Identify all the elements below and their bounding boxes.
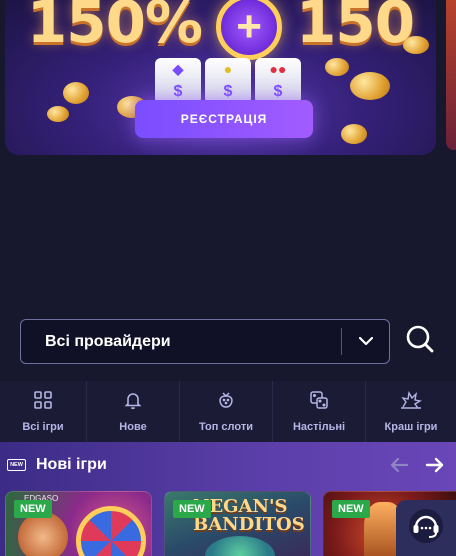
new-icon: NEW — [7, 459, 26, 471]
game-new-badge: NEW — [332, 500, 370, 518]
cherry-icon: ●● — [269, 61, 287, 77]
slot-reel: ● $ — [205, 58, 251, 104]
promo-plus-badge: + — [216, 0, 283, 60]
arrow-right-icon — [425, 457, 444, 473]
provider-select[interactable]: Всі провайдери — [20, 319, 390, 364]
provider-select-value: Всі провайдери — [45, 332, 171, 350]
coin-decoration — [63, 82, 89, 104]
game-card[interactable]: EDGASO NEW — [5, 491, 152, 556]
search-icon — [405, 324, 435, 359]
tab-table-games[interactable]: Настільні — [273, 381, 366, 442]
promo-spins: 150 — [296, 0, 415, 56]
game-wheel-art — [76, 506, 146, 556]
slot-reel: ◆ $ — [155, 58, 201, 104]
game-new-badge: NEW — [173, 500, 211, 518]
next-banner-peek[interactable] — [446, 0, 456, 150]
game-thumbnail-art — [18, 512, 68, 556]
tab-all-games[interactable]: Всі ігри — [0, 381, 87, 442]
game-card[interactable]: NEGAN'S BANDITOS NEW — [164, 491, 311, 556]
tab-top-slots[interactable]: Топ слоти — [180, 381, 273, 442]
diamond-icon: ◆ — [172, 60, 184, 77]
tab-label: Топ слоти — [198, 421, 253, 433]
promo-banner[interactable]: 150% + 150 ◆ $ ● $ ●● $ РЕЄСТРАЦІЯ — [5, 0, 436, 155]
tab-new[interactable]: Нове — [87, 381, 180, 442]
dice-icon — [309, 390, 329, 415]
tab-label: Настільні — [292, 421, 346, 433]
section-title: Нові ігри — [36, 456, 107, 473]
explosion-icon — [400, 390, 422, 415]
chat-support-icon — [407, 507, 445, 550]
tab-crash-games[interactable]: Краш ігри — [366, 381, 456, 442]
slot-reels: ◆ $ ● $ ●● $ — [155, 58, 301, 104]
section-header: NEW Нові ігри — [7, 456, 107, 474]
tab-label: Нове — [119, 421, 147, 433]
game-new-badge: NEW — [14, 500, 52, 518]
support-chat-button[interactable] — [396, 500, 456, 556]
strawberry-icon — [216, 390, 236, 415]
new-games-section: NEW Нові ігри EDGASO NEW NEGAN'S BANDITO… — [0, 442, 456, 556]
register-button[interactable]: РЕЄСТРАЦІЯ — [135, 100, 313, 138]
carousel-prev-button[interactable] — [388, 456, 410, 474]
coin-decoration — [47, 106, 69, 122]
grid-icon — [33, 390, 53, 415]
lemon-icon: ● — [223, 61, 233, 77]
coin-decoration — [350, 72, 390, 100]
promo-percent: 150% — [26, 0, 203, 56]
tab-label: Всі ігри — [22, 421, 64, 433]
arrow-left-icon — [390, 457, 409, 473]
slot-reel: ●● $ — [255, 58, 301, 104]
search-button[interactable] — [402, 322, 438, 360]
chevron-down-icon[interactable] — [342, 320, 389, 363]
bell-icon — [123, 390, 143, 415]
tab-label: Краш ігри — [384, 421, 438, 433]
coin-decoration — [341, 124, 367, 144]
promo-headline: 150% + 150 — [5, 0, 436, 60]
carousel-next-button[interactable] — [424, 456, 446, 474]
coin-decoration — [325, 58, 349, 76]
category-tabs: Всі ігри Нове Топ слоти Настільні Краш і… — [0, 381, 456, 442]
game-thumbnail-art — [205, 536, 275, 556]
coin-decoration — [403, 36, 429, 54]
